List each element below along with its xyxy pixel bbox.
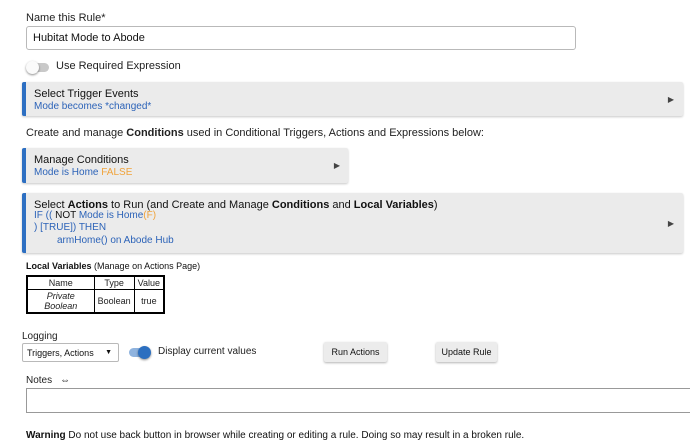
required-expression-label: Use Required Expression — [56, 60, 181, 72]
trigger-events-panel[interactable]: Select Trigger Events Mode becomes *chan… — [22, 82, 683, 116]
local-variables-heading: Local Variables (Manage on Actions Page) — [26, 261, 200, 271]
manage-conditions-title: Manage Conditions — [34, 154, 129, 166]
condition-state: FALSE — [101, 167, 133, 178]
action-line-command: armHome() on Abode Hub — [57, 235, 174, 246]
chevron-right-icon: ▶ — [333, 161, 340, 170]
table-header-row: Name Type Value — [26, 275, 165, 290]
title-bold: Local Variables — [353, 199, 434, 211]
logging-selected-value: Triggers, Actions — [27, 348, 94, 358]
column-header-name: Name — [26, 275, 95, 290]
required-expression-toggle[interactable] — [26, 60, 50, 74]
manage-conditions-panel[interactable]: Manage Conditions Mode is Home FALSE ▶ — [22, 148, 348, 183]
update-rule-button[interactable]: Update Rule — [436, 342, 497, 362]
run-actions-button[interactable]: Run Actions — [324, 342, 387, 362]
conditions-intro-pre: Create and manage — [26, 127, 127, 139]
condition-text: Mode is Home — [34, 167, 102, 178]
title-bold: Conditions — [271, 199, 330, 211]
variable-name-cell: Private Boolean — [26, 289, 95, 314]
action-line-if: IF (( NOT Mode is Home(F) — [34, 210, 156, 221]
logging-label: Logging — [22, 331, 58, 342]
warning-text: Do not use back button in browser while … — [65, 430, 525, 441]
notes-label: Notes ⇔ — [26, 375, 70, 386]
chevron-right-icon: ▶ — [667, 95, 674, 104]
rule-name-input[interactable]: Hubitat Mode to Abode — [26, 26, 576, 50]
dropdown-arrow-icon: ▼ — [105, 349, 112, 356]
warning-message: Warning Do not use back button in browse… — [26, 430, 524, 441]
if-text: IF (( — [34, 210, 56, 221]
conditions-intro-bold: Conditions — [126, 127, 184, 139]
column-header-value: Value — [133, 275, 165, 290]
trigger-events-summary: Mode becomes *changed* — [34, 101, 152, 112]
title-part: and — [329, 199, 354, 211]
if-state: (F) — [143, 210, 157, 221]
variable-value-cell: true — [133, 289, 165, 314]
title-part: ) — [433, 199, 438, 211]
rule-name-label: Name this Rule* — [26, 12, 106, 24]
logging-select[interactable]: Triggers, Actions ▼ — [22, 343, 119, 362]
display-values-toggle[interactable] — [127, 345, 151, 359]
column-header-type: Type — [93, 275, 135, 290]
conditions-intro: Create and manage Conditions used in Con… — [26, 127, 484, 139]
toggle-knob — [138, 346, 151, 359]
resize-icon[interactable]: ⇔ — [60, 375, 70, 386]
conditions-intro-post: used in Conditional Triggers, Actions an… — [183, 127, 484, 139]
local-variables-table: Name Type Value Private Boolean Boolean … — [26, 275, 165, 314]
table-row: Private Boolean Boolean true — [26, 289, 165, 314]
action-line-then: ) [TRUE]) THEN — [34, 222, 107, 233]
local-variables-note: (Manage on Actions Page) — [91, 261, 201, 271]
toggle-knob — [26, 61, 39, 74]
local-variables-title: Local Variables — [26, 261, 92, 271]
display-values-label: Display current values — [158, 346, 257, 357]
variable-type-cell: Boolean — [93, 289, 135, 314]
chevron-right-icon: ▶ — [667, 219, 674, 228]
warning-title: Warning — [26, 430, 66, 441]
manage-conditions-summary: Mode is Home FALSE — [34, 167, 132, 178]
notes-label-text: Notes — [26, 375, 53, 386]
not-keyword: NOT — [55, 210, 77, 221]
select-actions-panel[interactable]: Select Actions to Run (and Create and Ma… — [22, 193, 683, 253]
if-condition: Mode is Home — [76, 210, 144, 221]
trigger-events-title: Select Trigger Events — [34, 88, 139, 100]
notes-textarea[interactable] — [26, 388, 690, 413]
